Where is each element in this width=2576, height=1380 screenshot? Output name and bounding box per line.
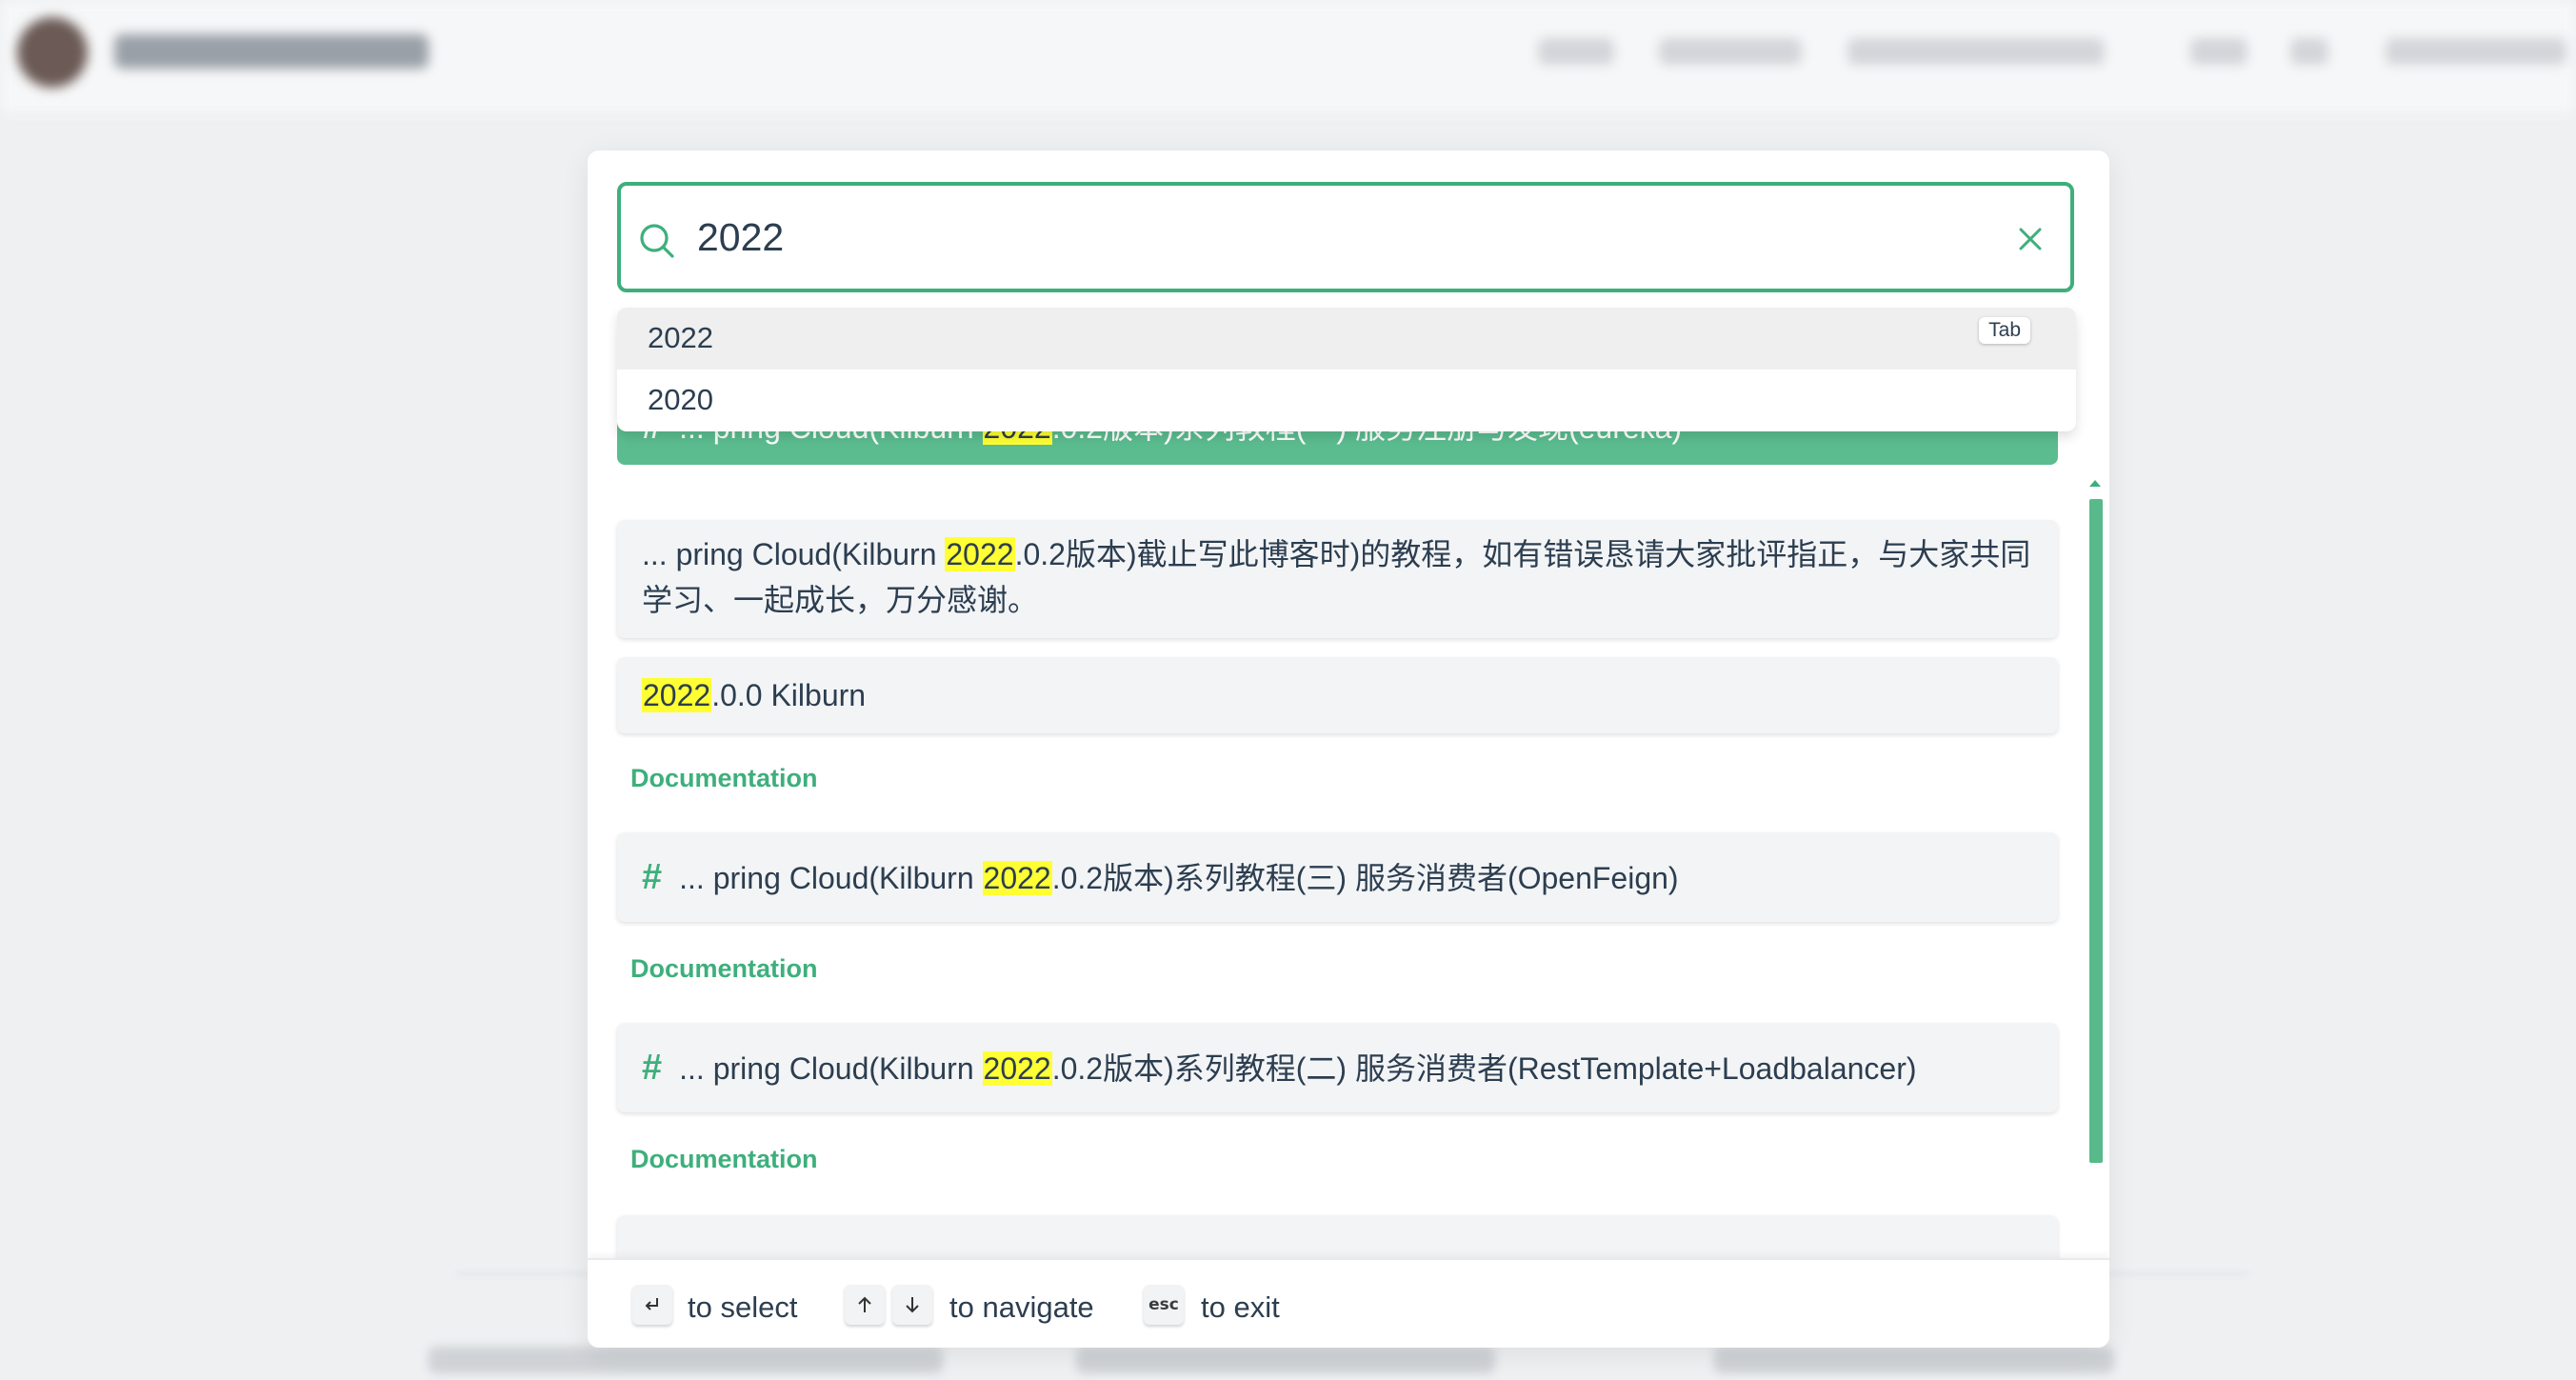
arrow-up-icon — [858, 1296, 871, 1312]
esc-key: esc — [1144, 1285, 1184, 1325]
search-footer: to select to navigate esc to exit — [588, 1258, 2109, 1348]
search-modal: 2022 Tab 2020 # ... pring Cloud(Kilburn 2… — [588, 150, 2109, 1348]
enter-icon — [645, 1298, 658, 1310]
scrollbar-thumb[interactable] — [2089, 499, 2103, 1163]
suggestion-item[interactable]: 2020 — [617, 370, 2076, 431]
tab-key-hint: Tab — [1979, 317, 2030, 344]
background-navbar — [0, 0, 2576, 114]
arrow-down-icon — [906, 1297, 919, 1313]
select-hint: to select — [688, 1290, 798, 1324]
exit-hint: to exit — [1201, 1290, 1280, 1324]
result-item-content[interactable]: ... pring Cloud(Kilburn 2022.0.2版本)截止写此博… — [617, 520, 2058, 638]
result-text: .0.2版本)系列教程(二) 服务消费者(RestTemplate+Loadba… — [1051, 1051, 1917, 1086]
search-highlight: 2022 — [982, 1051, 1052, 1086]
search-suggestions: 2022 Tab 2020 — [617, 308, 2076, 431]
result-text: ... pring Cloud(Kilburn — [679, 861, 983, 895]
esc-key-label: esc — [1148, 1295, 1179, 1314]
enter-key — [632, 1285, 672, 1325]
suggestion-label: 2020 — [648, 383, 713, 416]
result-section-label: Documentation — [630, 764, 818, 792]
result-text: .0.2版本)截止写此博客时)的教程，如有错误恳请大家批评指正，与大家共同 — [1014, 537, 2031, 571]
result-text: 学习、一起成长，万分感谢。 — [642, 583, 1039, 617]
nav-item-blurred — [1847, 38, 2105, 65]
result-text: .0.2版本)系列教程(三) 服务消费者(OpenFeign) — [1051, 861, 1679, 895]
nav-item-blurred — [2290, 38, 2328, 65]
nav-item-blurred — [2386, 38, 2566, 65]
result-text: ... pring Cloud(Kilburn — [679, 1051, 983, 1086]
result-text: ... pring Cloud(Kilburn — [642, 537, 946, 571]
search-icon — [640, 224, 674, 258]
arrow-up-key — [845, 1285, 885, 1325]
result-item-heading[interactable]: # ... pring Cloud(Kilburn 2022.0.2版本)系列教程… — [617, 1023, 2058, 1112]
search-highlight: 2022 — [982, 861, 1052, 895]
result-item-content[interactable]: 2022.0.0 Kilburn — [617, 657, 2058, 733]
background-footer-blurred — [429, 1347, 943, 1373]
background-footer-blurred — [1714, 1347, 2114, 1373]
search-form — [617, 182, 2074, 292]
site-title-blurred — [114, 34, 429, 69]
nav-item-blurred — [1538, 38, 1614, 65]
result-section-label: Documentation — [630, 954, 818, 983]
arrow-down-key — [892, 1285, 932, 1325]
site-logo — [17, 17, 88, 88]
hash-icon: # — [642, 857, 663, 897]
nav-item-blurred — [2190, 38, 2247, 65]
nav-item-blurred — [1659, 38, 1802, 65]
search-highlight: 2022 — [945, 537, 1015, 571]
result-text: .0.0 Kilburn — [711, 678, 867, 712]
suggestion-item[interactable]: 2022 Tab — [617, 308, 2076, 370]
background-footer-blurred — [1076, 1347, 1495, 1373]
scroll-up-arrow[interactable] — [2089, 480, 2101, 487]
result-section-label: Documentation — [630, 1145, 818, 1173]
search-highlight: 2022 — [642, 678, 712, 712]
result-item-heading[interactable]: # ... pring Cloud(Kilburn 2022.0.2版本)系列教程… — [617, 832, 2058, 922]
suggestion-label: 2022 — [648, 321, 713, 354]
search-input[interactable] — [697, 209, 1973, 266]
clear-search-button[interactable] — [2013, 222, 2047, 256]
navigate-hint: to navigate — [949, 1290, 1094, 1324]
hash-icon: # — [642, 1048, 663, 1088]
